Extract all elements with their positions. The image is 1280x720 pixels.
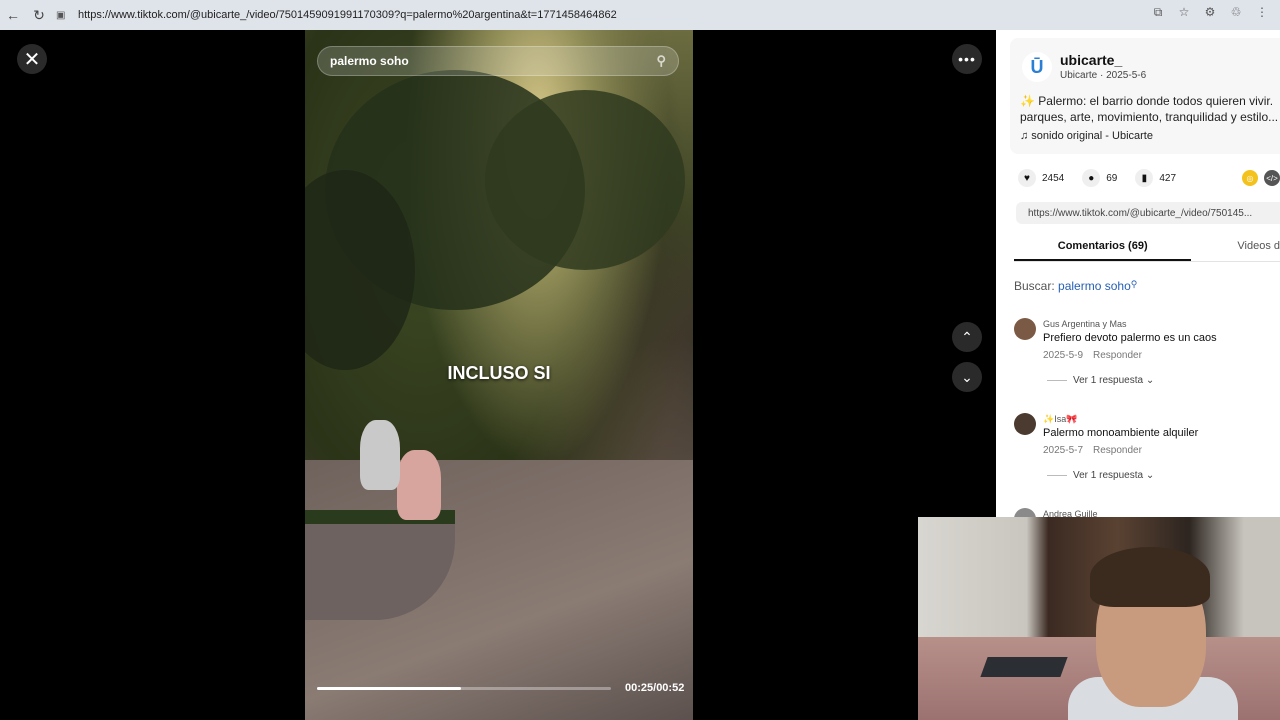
comment-author[interactable]: Gus Argentina y Mas	[1043, 319, 1127, 329]
action-bar: ♥ 2454 ● 69 ▮ 427 ◎ </>	[1018, 168, 1280, 188]
webcam-hair	[1090, 547, 1210, 607]
webcam-laptop	[980, 657, 1068, 677]
site-info-icon[interactable]: ▣	[56, 10, 70, 21]
comment-button[interactable]: ● 69	[1082, 169, 1117, 187]
video-caption: INCLUSO SI	[447, 363, 551, 383]
search-icon[interactable]: ⚲	[656, 53, 666, 69]
video-search-bar[interactable]: palermo soho ⚲	[317, 46, 679, 76]
video-timecode: 00:25/00:52	[625, 682, 685, 694]
previous-video-button[interactable]: ⌃	[952, 322, 982, 352]
video-person-2	[360, 420, 400, 490]
view-replies-button[interactable]: Ver 1 respuesta ⌄	[1047, 375, 1154, 386]
comment-date: 2025-5-9	[1043, 350, 1084, 361]
video-progress-fill	[317, 687, 462, 690]
reply-button[interactable]: Responder	[1093, 350, 1142, 361]
install-app-icon[interactable]: ⧉	[1150, 5, 1166, 20]
video-player[interactable]: palermo soho ⚲ INCLUSO SI 00:25/00:52	[305, 30, 693, 720]
profile-extension-icon[interactable]: ♲	[1228, 5, 1244, 20]
search-suggestion-label: Buscar:	[1014, 279, 1055, 293]
video-description: ✨ Palermo: el barrio donde todos quieren…	[1020, 94, 1279, 124]
like-count: 2454	[1042, 172, 1065, 184]
tab-videos[interactable]: Videos d	[1237, 236, 1280, 261]
view-replies-label: Ver 1 respuesta ⌄	[1073, 375, 1155, 386]
video-progress-bar[interactable]	[317, 687, 611, 690]
menu-icon[interactable]: ⋮	[1254, 5, 1270, 20]
divider	[1047, 475, 1067, 476]
reply-button[interactable]: Responder	[1093, 445, 1142, 456]
panel-tabs: Comentarios (69) Videos d	[1014, 236, 1280, 262]
author-card: Ū ubicarte_ Ubicarte · 2025-5-6 ✨ Palerm…	[1010, 38, 1280, 154]
next-video-button[interactable]: ⌄	[952, 362, 982, 392]
url-text: https://www.tiktok.com/@ubicarte_/video/…	[78, 9, 617, 21]
address-bar[interactable]: ▣ https://www.tiktok.com/@ubicarte_/vide…	[56, 4, 1146, 26]
sound-link[interactable]: ♫ sonido original - Ubicarte	[1020, 130, 1153, 142]
comment-author[interactable]: ✨Isa🎀	[1043, 414, 1077, 425]
comment-date: 2025-5-7	[1043, 445, 1084, 456]
view-replies-button[interactable]: Ver 1 respuesta ⌄	[1047, 470, 1154, 481]
reload-icon[interactable]: ↻	[26, 0, 52, 30]
like-button[interactable]: ♥ 2454	[1018, 169, 1064, 187]
comment-count: 69	[1106, 172, 1118, 184]
save-count: 427	[1159, 172, 1177, 184]
divider	[1047, 380, 1067, 381]
embed-code-icon[interactable]: </>	[1264, 170, 1280, 186]
extensions-icon[interactable]: ⚙	[1202, 5, 1218, 20]
chevron-down-icon: ⌄	[961, 368, 973, 385]
share-icons: ◎ </>	[1242, 170, 1280, 186]
chevron-up-icon: ⌃	[961, 328, 973, 345]
bookmark-icon: ▮	[1135, 169, 1154, 187]
browser-toolbar: ← ↻ ▣ https://www.tiktok.com/@ubicarte_/…	[0, 0, 1280, 30]
comment-avatar[interactable]	[1014, 318, 1036, 340]
author-avatar[interactable]: Ū	[1022, 52, 1052, 82]
webcam-overlay	[918, 517, 1280, 720]
save-button[interactable]: ▮ 427	[1135, 169, 1176, 187]
comment-icon: ●	[1082, 169, 1101, 187]
video-viewer: ✕ palermo soho ⚲ INCLUSO SI 00:25/00:52 …	[0, 30, 996, 720]
bookmark-star-icon[interactable]: ☆	[1176, 5, 1192, 20]
comment-text: Prefiero devoto palermo es un caos	[1043, 332, 1217, 344]
comment-text: Palermo monoambiente alquiler	[1043, 427, 1199, 439]
more-icon: •••	[958, 51, 976, 67]
author-username[interactable]: ubicarte_	[1060, 52, 1122, 68]
close-button[interactable]: ✕	[17, 44, 47, 74]
browser-actions: ⧉ ☆ ⚙ ♲ ⋮	[1150, 5, 1270, 20]
comment-item: Gus Argentina y Mas Prefiero devoto pale…	[1014, 318, 1280, 398]
comment-item: ✨Isa🎀 Palermo monoambiente alquiler 2025…	[1014, 413, 1280, 493]
coin-icon[interactable]: ◎	[1242, 170, 1258, 186]
video-tree-shape-2	[485, 90, 685, 270]
close-icon: ✕	[23, 48, 41, 71]
video-search-text: palermo soho	[330, 54, 409, 68]
comment-avatar[interactable]	[1014, 413, 1036, 435]
view-replies-label: Ver 1 respuesta ⌄	[1073, 470, 1155, 481]
search-suggestion[interactable]: Buscar: palermo soho⚲	[1014, 279, 1137, 293]
search-small-icon: ⚲	[1130, 279, 1138, 289]
video-person-1	[397, 450, 441, 520]
back-arrow-icon[interactable]: ←	[0, 0, 26, 30]
copy-link-field[interactable]: https://www.tiktok.com/@ubicarte_/video/…	[1016, 202, 1280, 224]
tab-comments[interactable]: Comentarios (69)	[1014, 236, 1192, 261]
more-options-button[interactable]: •••	[952, 44, 982, 74]
author-subline: Ubicarte · 2025-5-6	[1060, 70, 1147, 81]
heart-icon: ♥	[1018, 169, 1036, 187]
search-suggestion-keyword[interactable]: palermo soho	[1058, 279, 1131, 293]
